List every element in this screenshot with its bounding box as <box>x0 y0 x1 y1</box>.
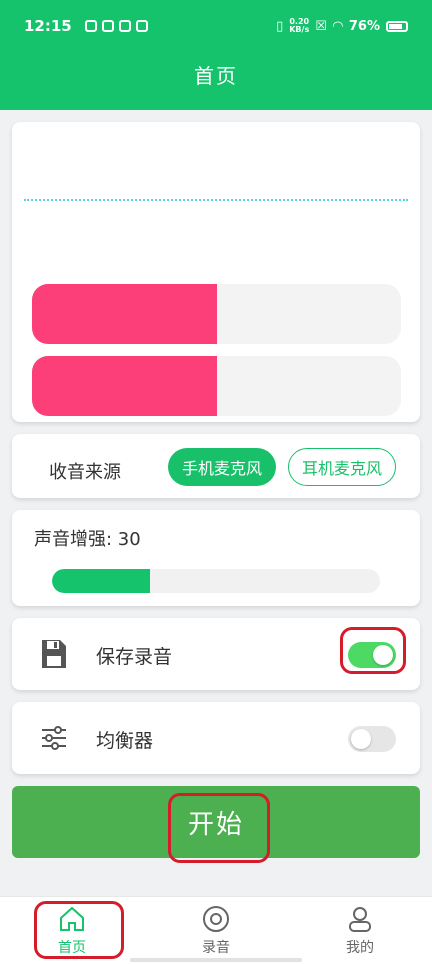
tab-profile[interactable]: 我的 <box>320 903 400 963</box>
notification-icon <box>84 20 97 32</box>
tab-record[interactable]: 录音 <box>176 903 256 963</box>
bottom-tab-bar: 首页 录音 我的 <box>0 896 432 964</box>
save-recording-toggle[interactable] <box>348 642 396 668</box>
record-icon <box>203 906 229 932</box>
toggle-knob <box>351 729 371 749</box>
status-bar: 12:15 ▯ 0.20 KB/s ☒ ◠ 76% <box>0 0 432 52</box>
source-card: 收音来源 手机麦克风 耳机麦克风 <box>12 434 420 498</box>
level-meter-right-fill <box>32 356 217 416</box>
home-indicator <box>130 958 302 962</box>
tab-home-label: 首页 <box>58 940 86 956</box>
tab-profile-label: 我的 <box>346 940 374 956</box>
waveform-line <box>24 199 408 201</box>
boost-slider[interactable] <box>52 569 380 593</box>
app-notification-icon <box>118 20 131 32</box>
user-icon <box>349 907 371 932</box>
visualizer-card <box>12 122 420 422</box>
level-meter-right <box>32 356 401 416</box>
source-label: 收音来源 <box>49 462 121 483</box>
vibrate-icon: ▯ <box>276 18 284 34</box>
equalizer-toggle[interactable] <box>348 726 396 752</box>
equalizer-label: 均衡器 <box>96 730 154 752</box>
battery-percent: 76% <box>348 18 380 34</box>
headset-mic-option[interactable]: 耳机麦克风 <box>288 448 396 486</box>
toggle-knob <box>373 645 393 665</box>
page-title: 首页 <box>194 64 238 88</box>
tab-record-label: 录音 <box>202 940 230 956</box>
battery-icon <box>386 20 408 32</box>
sync-icon <box>135 20 148 32</box>
equalizer-card: 均衡器 <box>12 702 420 774</box>
status-right: ▯ 0.20 KB/s ☒ ◠ 76% <box>276 18 408 34</box>
tab-home[interactable]: 首页 <box>32 903 112 963</box>
equalizer-icon <box>42 726 66 750</box>
save-recording-card: 保存录音 <box>12 618 420 690</box>
app-header: 12:15 ▯ 0.20 KB/s ☒ ◠ 76% 首页 <box>0 0 432 110</box>
net-speed: 0.20 KB/s <box>289 18 309 34</box>
net-speed-unit: KB/s <box>289 25 310 34</box>
boost-card: 声音增强: 30 <box>12 510 420 606</box>
boost-slider-fill <box>52 569 151 593</box>
tiktok-icon <box>101 20 114 32</box>
level-meter-left <box>32 284 401 344</box>
start-button[interactable]: 开始 <box>12 786 420 858</box>
wifi-icon: ◠ <box>332 18 343 34</box>
status-time: 12:15 <box>24 17 72 35</box>
save-icon <box>42 640 66 668</box>
save-recording-label: 保存录音 <box>96 646 173 668</box>
home-icon <box>60 906 84 931</box>
level-meter-left-fill <box>32 284 217 344</box>
boost-label: 声音增强: 30 <box>34 529 141 550</box>
sim-icon: ☒ <box>315 18 327 34</box>
phone-mic-option[interactable]: 手机麦克风 <box>168 448 276 486</box>
